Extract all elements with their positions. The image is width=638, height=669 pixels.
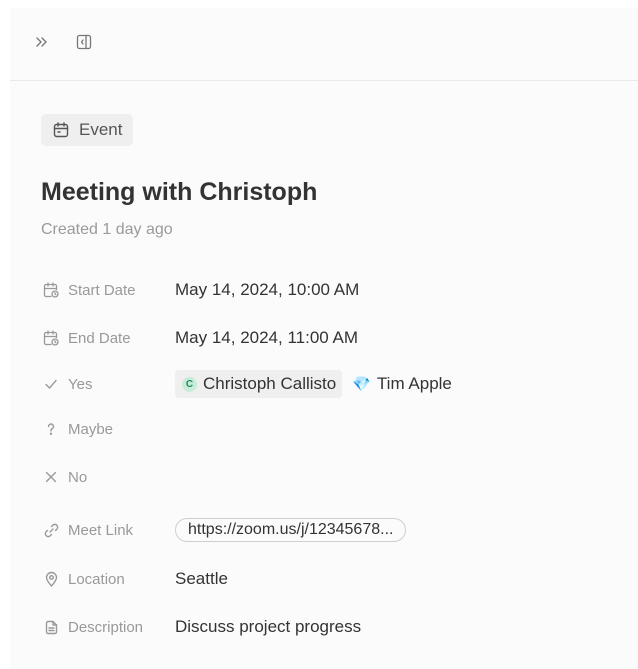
map-pin-icon (41, 569, 61, 589)
description-value[interactable]: Discuss project progress (175, 617, 361, 637)
person-name: Christoph Callisto (203, 374, 337, 393)
person-chip[interactable]: 💎 Tim Apple (352, 372, 452, 396)
record-type-label: Event (79, 120, 123, 139)
gem-icon: 💎 (352, 376, 371, 393)
record-type-chip[interactable]: Event (41, 114, 134, 146)
x-icon (41, 467, 61, 487)
person-name: Tim Apple (376, 374, 452, 393)
field-label[interactable]: Yes (41, 374, 175, 394)
field-meet-link: Meet Link https://zoom.us/j/12345678... (41, 512, 621, 548)
field-description: Description Discuss project progress (41, 609, 621, 645)
field-label[interactable]: Meet Link (41, 520, 175, 540)
location-value[interactable]: Seattle (175, 569, 228, 589)
created-timestamp: Created 1 day ago (41, 221, 173, 238)
calendar-icon (53, 122, 69, 138)
meet-link[interactable]: https://zoom.us/j/12345678... (175, 518, 407, 542)
document-icon (41, 617, 61, 637)
field-maybe: Maybe (41, 411, 621, 447)
field-end-date: End Date May 14, 2024, 11:00 AM (41, 320, 621, 356)
avatar: C (182, 376, 197, 392)
link-icon (41, 520, 61, 540)
field-label[interactable]: Start Date (41, 280, 175, 300)
sidebar-panel-icon[interactable] (72, 30, 96, 54)
field-label[interactable]: End Date (41, 328, 175, 348)
yes-attendees[interactable]: C Christoph Callisto 💎 Tim Apple (175, 370, 452, 398)
field-yes: Yes C Christoph Callisto 💎 Tim Apple (41, 366, 621, 402)
start-date-value[interactable]: May 14, 2024, 10:00 AM (175, 280, 359, 300)
field-no: No (41, 459, 621, 495)
field-label[interactable]: Location (41, 569, 175, 589)
page-title[interactable]: Meeting with Christoph (41, 178, 317, 207)
check-icon (41, 374, 61, 394)
field-label[interactable]: No (41, 467, 175, 487)
person-chip[interactable]: C Christoph Callisto (175, 370, 343, 398)
question-icon (41, 419, 61, 439)
top-toolbar (10, 8, 638, 81)
field-start-date: Start Date May 14, 2024, 10:00 AM (41, 272, 621, 308)
field-location: Location Seattle (41, 561, 621, 597)
record-panel: Event Meeting with Christoph Created 1 d… (10, 8, 638, 669)
field-label[interactable]: Description (41, 617, 175, 637)
chevrons-right-icon[interactable] (30, 30, 54, 54)
field-label[interactable]: Maybe (41, 419, 175, 439)
calendar-clock-icon (41, 280, 61, 300)
end-date-value[interactable]: May 14, 2024, 11:00 AM (175, 328, 358, 348)
calendar-clock-icon (41, 328, 61, 348)
